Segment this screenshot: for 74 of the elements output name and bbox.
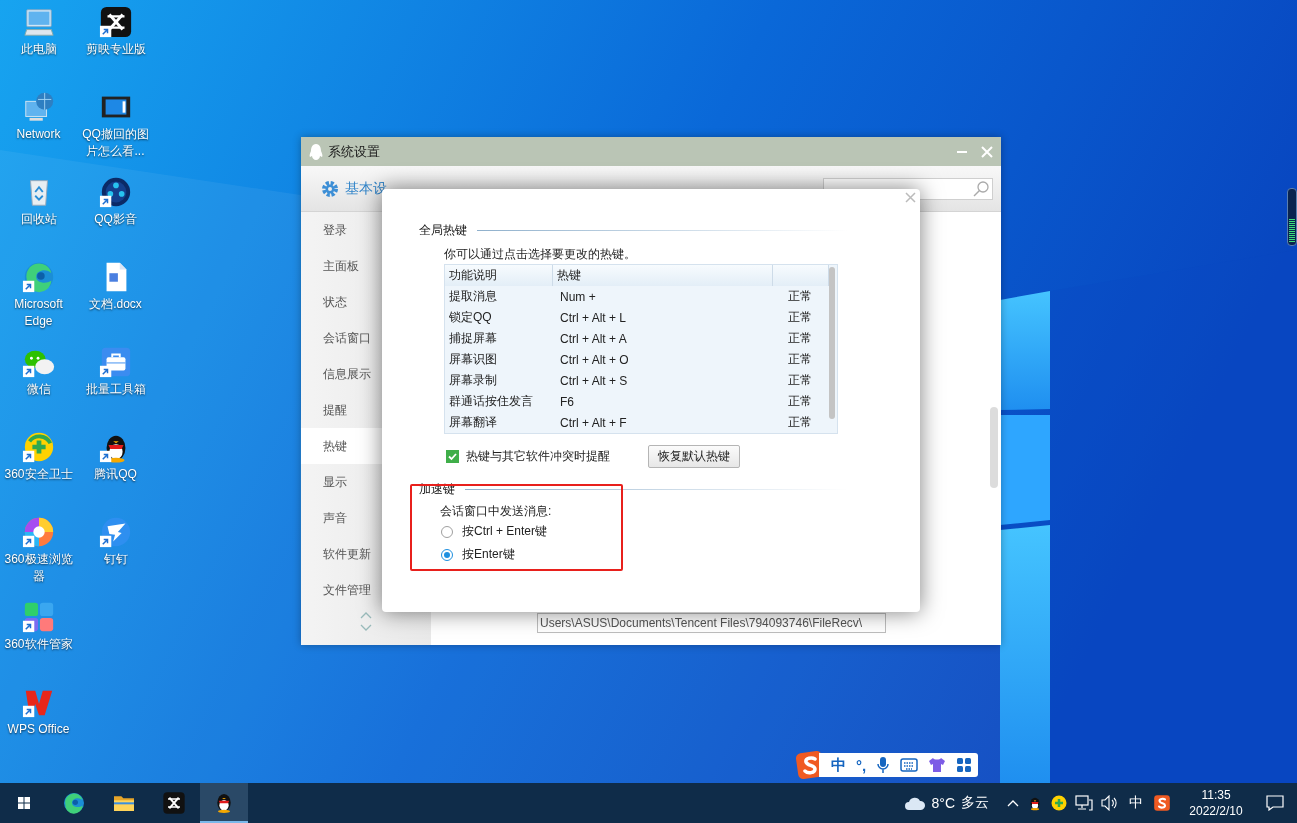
- icon-label[interactable]: WPS Office: [7, 721, 70, 738]
- gauge-widget: [1287, 188, 1297, 246]
- column-header[interactable]: 热键: [553, 265, 773, 286]
- plus-circle-icon: [1051, 795, 1067, 811]
- icon-label[interactable]: 钉钉: [103, 551, 128, 568]
- search-icon: [973, 180, 989, 197]
- checkbox-label: 热键与其它软件冲突时提醒: [466, 447, 610, 465]
- table-cell-text: 屏幕识图: [448, 351, 498, 368]
- input-method-logo-icon: [1153, 794, 1171, 812]
- table-cell-text: 屏幕翻译: [448, 414, 498, 431]
- player-icon[interactable]: [98, 175, 133, 209]
- table-cell-text: F6: [559, 394, 575, 409]
- table-cell-text: Ctrl + Alt + L: [559, 310, 628, 325]
- table-cell-text: 锁定QQ: [448, 309, 493, 326]
- pinwheel-icon[interactable]: [21, 515, 56, 549]
- clock-button[interactable]: 11:35 2022/2/10: [1179, 787, 1253, 819]
- table-cell-text: Ctrl + Alt + A: [559, 331, 628, 346]
- table-cell-text: 正常: [787, 393, 813, 410]
- table-cell-text: Num +: [559, 289, 597, 304]
- scroll-thumb[interactable]: [829, 267, 835, 419]
- hint-text: 你可以通过点击选择要更改的热键。: [444, 246, 637, 262]
- table-cell-text: 正常: [787, 330, 813, 347]
- checkbox[interactable]: [446, 449, 459, 463]
- keyboard-icon: [900, 758, 919, 772]
- table-cell-text: 提取消息: [448, 288, 498, 305]
- microphone-icon: [876, 756, 891, 774]
- chevron-up-icon: [360, 612, 372, 619]
- input-mode-button[interactable]: 中: [1123, 794, 1149, 812]
- table-cell-text: 群通话按住发言: [448, 393, 534, 410]
- radio-label[interactable]: 按Enter键: [462, 546, 515, 563]
- plane-icon[interactable]: [98, 515, 133, 549]
- browser-icon[interactable]: [21, 260, 56, 294]
- close-icon: [981, 145, 993, 158]
- grid-icon: [956, 757, 973, 773]
- windows-icon: [15, 794, 33, 812]
- radio-label[interactable]: 按Ctrl + Enter键: [462, 523, 548, 540]
- window-title: 系统设置: [328, 142, 380, 161]
- table-cell-text: Ctrl + Alt + F: [559, 415, 628, 430]
- input-mode-toggle[interactable]: 中: [831, 755, 846, 775]
- network-icon: [1075, 795, 1093, 811]
- minimize-icon: [957, 150, 967, 153]
- table-cell-text: 正常: [787, 414, 813, 431]
- table-cell-text: Ctrl + Alt + O: [559, 352, 630, 367]
- punctuation-toggle[interactable]: °,: [856, 756, 867, 774]
- gear-icon: [321, 179, 339, 198]
- path-field[interactable]: Users\ASUS\Documents\Tencent Files\794093746\FileRecv\: [537, 613, 886, 633]
- section-heading: 全局热键: [419, 221, 467, 239]
- browser-icon: [62, 791, 86, 815]
- radio-button[interactable]: [441, 525, 453, 538]
- column-header[interactable]: 功能说明: [445, 265, 553, 286]
- prompt-text: 会话窗口中发送消息:: [440, 503, 553, 519]
- table-cell-text: 正常: [787, 351, 813, 368]
- table-cell-text: 正常: [787, 372, 813, 389]
- notification-icon: [1266, 795, 1284, 811]
- chevron-up-icon: [1007, 799, 1019, 807]
- table-cell-text: 屏幕录制: [448, 372, 498, 389]
- restore-defaults-button[interactable]: 恢复默认热键: [648, 444, 740, 468]
- table-cell-text: 捕捉屏幕: [448, 330, 498, 347]
- tiles-icon[interactable]: [21, 600, 56, 634]
- taskbar-button[interactable]: [200, 783, 248, 823]
- penguin-icon: [309, 143, 323, 160]
- weather-button[interactable]: 8°C 多云: [903, 794, 989, 812]
- scroll-thumb[interactable]: [990, 407, 998, 488]
- cloud-icon: [903, 795, 926, 811]
- shirt-icon: [928, 757, 947, 773]
- app-logo-icon: [162, 791, 186, 815]
- close-icon: [905, 192, 916, 203]
- volume-icon: [1101, 795, 1119, 811]
- table-cell-text: 正常: [787, 288, 813, 305]
- table-cell-text: Ctrl + Alt + S: [559, 373, 629, 388]
- security-icon[interactable]: [21, 430, 56, 464]
- table-cell-text: 正常: [787, 309, 813, 326]
- chevron-down-icon: [360, 624, 372, 631]
- radio-button[interactable]: [441, 548, 453, 561]
